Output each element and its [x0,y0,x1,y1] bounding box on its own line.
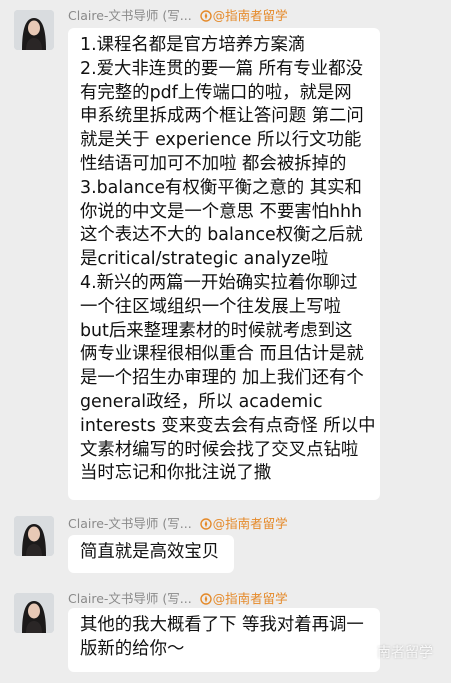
avatar[interactable] [14,10,54,50]
message-line: 当时忘记和你批注说了撒 [80,463,272,484]
message-line: 申系统里拆成两个框让答问题 第二问 [80,106,364,127]
message-line: 1.课程名都是官方培养方案滴 [80,35,306,55]
message-line: 性结语可加可不加啦 都会被拆掉的 [80,153,347,174]
message-line: 简直就是高效宝贝 [80,542,220,562]
sender-label: Claire-文书导师 (写... [68,516,192,531]
message-line: 文素材编写的时候会找了交叉点钻啦 [80,439,359,460]
message-line: 是critical/strategic analyze啦 [80,249,329,270]
avatar[interactable] [14,516,54,556]
sender-name: Claire-文书导师 (写... @指南者留学 [68,5,288,24]
org-tag: @指南者留学 [199,591,288,606]
message-line: but后来整理素材的时候就考虑到这 [80,320,353,341]
message-bubble[interactable]: 其他的我大概看了下 等我对着再调一 版新的给你～ [68,608,380,672]
message-line: 是一个招生办审理的 加上我们还有个 [80,368,364,389]
message-line: interests 变来变去会有点奇怪 所以中 [80,415,376,436]
message-line: 一个往区域组织一个往发展上写啦 [80,296,341,317]
message-bubble[interactable]: 简直就是高效宝贝 [68,535,234,573]
message-line: 其他的我大概看了下 等我对着再调一 [80,615,364,635]
message-line: 3.balance有权衡平衡之意的 其实和 [80,177,362,198]
message-line: 就是关于 experience 所以行文功能 [80,130,362,151]
compass-icon [199,10,212,22]
watermark: 南者留学 [377,645,433,661]
sender-name: Claire-文书导师 (写... @指南者留学 [68,588,288,607]
message-line: general政经，所以 academic [80,391,323,412]
compass-icon [199,518,212,530]
org-tag: @指南者留学 [199,8,288,23]
message-bubble[interactable]: 1.课程名都是官方培养方案滴 2.爱大非连贯的要一篇 所有专业都没 有完整的pd… [68,28,380,500]
message-line: 2.爱大非连贯的要一篇 所有专业都没 [80,58,363,79]
message-line: 版新的给你～ [80,638,185,659]
avatar-portrait-icon [14,593,54,633]
sender-name: Claire-文书导师 (写... @指南者留学 [68,513,288,532]
sender-label: Claire-文书导师 (写... [68,591,192,606]
message-line: 4.新兴的两篇一开始确实拉着你聊过 [80,272,358,293]
avatar-portrait-icon [14,516,54,556]
compass-icon [199,593,212,605]
sender-label: Claire-文书导师 (写... [68,8,192,23]
message-line: 有完整的pdf上传端口的啦，就是网 [80,82,352,103]
message-line: 俩专业课程很相似重合 而且估计是就 [80,344,364,365]
avatar-portrait-icon [14,10,54,50]
message-line: 这个表达不大的 balance权衡之后就 [80,225,363,246]
avatar[interactable] [14,593,54,633]
message-line: 你说的中文是一个意思 不要害怕hhh [80,201,363,222]
org-tag: @指南者留学 [199,516,288,531]
